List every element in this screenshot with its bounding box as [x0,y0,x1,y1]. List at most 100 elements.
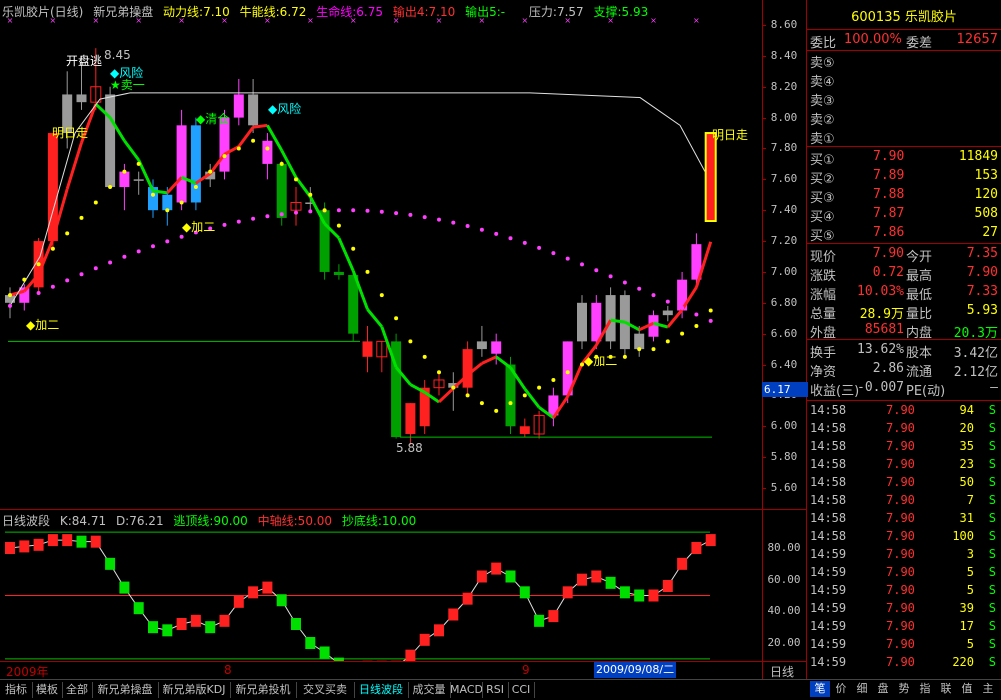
shengming-dot [65,278,69,282]
sub-kd-block [548,610,558,622]
buy-row: 买⑤7.8627 [808,225,1000,242]
niuneng-dot [394,316,398,320]
annotation-mai1: ★卖一 [110,76,145,93]
trade-row[interactable]: 14:597.905S [808,565,1000,583]
shengming-dot [423,215,427,219]
trade-vol: 20 [960,421,974,435]
tab-1[interactable]: 模板 [32,682,63,698]
top-cross-marker: × [7,18,14,25]
trade-row[interactable]: 14:587.9094S [808,403,1000,421]
trade-time: 14:58 [810,475,846,489]
candle-body [591,303,601,342]
trade-row[interactable]: 14:597.9017S [808,619,1000,637]
niuneng-dot [65,231,69,235]
right-tab-1[interactable]: 价 [831,681,851,697]
buy-row-label: 买② [810,168,835,187]
buy-row: 买②7.89153 [808,168,1000,185]
quote-sep-5 [807,339,1001,340]
candle-body [262,141,272,164]
tab-2[interactable]: 全部 [62,682,93,698]
top-cross-marker: × [350,18,357,25]
niuneng-dot [22,278,26,282]
niuneng-dot [80,216,84,220]
shengming-dot [294,211,298,215]
niuneng-dot [223,154,227,158]
stat-row: 涨跌0.72最高7.90 [808,265,1000,282]
stat2-row-l1: 净资 [810,361,836,380]
trade-row[interactable]: 14:597.905S [808,583,1000,601]
trade-row[interactable]: 14:597.903S [808,547,1000,565]
sub-kd-block [477,571,487,583]
sub-kd-block [48,534,58,546]
trade-row[interactable]: 14:597.90220S [808,655,1000,673]
right-tab-8[interactable]: 主 [978,681,998,697]
shengming-dot [151,244,155,248]
right-tab-2[interactable]: 细 [852,681,872,697]
sub-kd-block [205,621,215,633]
right-tab-0[interactable]: 笔 [810,681,830,697]
shengming-dot [251,217,255,221]
trade-row[interactable]: 14:587.9020S [808,421,1000,439]
candle-body [477,341,487,349]
sub-kd-block [591,571,601,583]
tab-0[interactable]: 指标 [0,682,33,698]
trade-row[interactable]: 14:597.905S [808,637,1000,655]
trade-side: S [989,439,996,453]
trade-row[interactable]: 14:587.9050S [808,475,1000,493]
life-line-seg [296,177,310,196]
tab-7[interactable]: 日线波段 [354,682,409,698]
top-cross-marker: × [92,18,99,25]
shengming-dot [551,251,555,255]
tab-6[interactable]: 交叉买卖 [296,682,355,698]
trade-row[interactable]: 14:587.9023S [808,457,1000,475]
candle-body [606,295,616,341]
shengming-dot [480,228,484,232]
sell-row-label: 卖④ [810,71,835,90]
shengming-dot [652,293,656,297]
trade-side: S [989,637,996,651]
trade-row[interactable]: 14:587.90100S [808,529,1000,547]
stat-row-l1: 涨幅 [810,284,836,303]
tab-10[interactable]: RSI [482,682,509,698]
life-line-seg [611,320,625,322]
sub-tick: 80.00 [762,541,806,554]
tab-11[interactable]: CCI [508,682,535,698]
sub-kd-block [77,536,87,548]
niuneng-dot [537,386,541,390]
trade-row[interactable]: 14:597.9039S [808,601,1000,619]
sub-kd-block [162,624,172,636]
price-tick-mark [762,334,766,335]
right-tab-7[interactable]: 值 [957,681,977,697]
right-tab-6[interactable]: 联 [936,681,956,697]
tab-4[interactable]: 新兄弟版KDJ [158,682,231,698]
tab-3[interactable]: 新兄弟操盘 [92,682,159,698]
stat-row-v2: 7.33 [967,284,998,299]
shengming-dot [437,218,441,222]
tab-9[interactable]: MACD [450,682,483,698]
trade-side: S [989,511,996,525]
tab-8[interactable]: 成交量 [408,682,451,698]
trade-side: S [989,601,996,615]
trade-row[interactable]: 14:587.907S [808,493,1000,511]
candle-body [405,403,415,434]
right-tab-4[interactable]: 势 [894,681,914,697]
right-tab-3[interactable]: 盘 [873,681,893,697]
sub-kd-block [520,586,530,598]
stat-row: 现价7.90今开7.35 [808,246,1000,263]
sub-kd-block [634,590,644,602]
trade-price: 7.90 [886,619,915,633]
trade-side: S [989,529,996,543]
price-tick-mark [762,426,766,427]
trade-time: 14:59 [810,565,846,579]
right-tab-5[interactable]: 指 [915,681,935,697]
shengming-dot [22,297,26,301]
shengming-dot [37,291,41,295]
shengming-dot [709,319,713,323]
trade-row[interactable]: 14:587.9035S [808,439,1000,457]
sub-kd-chart[interactable] [0,527,762,661]
trade-time: 14:59 [810,547,846,561]
trade-row[interactable]: 14:587.9031S [808,511,1000,529]
tab-5[interactable]: 新兄弟投机 [230,682,297,698]
chart-title: 乐凯胶片(日线) [2,5,83,19]
trade-price: 7.90 [886,529,915,543]
